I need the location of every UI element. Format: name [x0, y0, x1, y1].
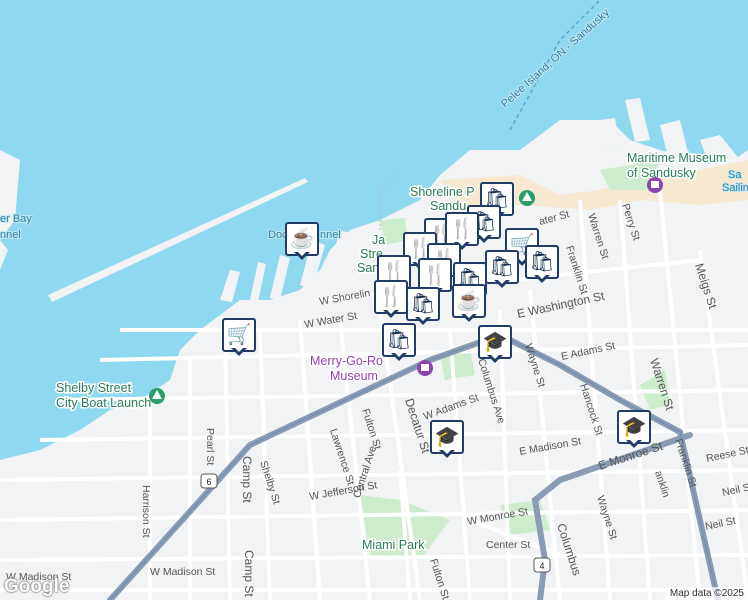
- street-label: Harrison St: [140, 485, 152, 538]
- poi-label-jackson-1: Ja: [372, 233, 385, 247]
- map-attribution[interactable]: Map data ©2025: [665, 587, 748, 600]
- map-canvas[interactable]: 6 4 Pelee Island, ON - Sandusky er Bay n…: [0, 0, 748, 600]
- poi-label-shelby-2: City Boat Launch: [56, 396, 151, 410]
- school-marker[interactable]: 🎓: [617, 410, 651, 448]
- water-label-bay: er Bay: [0, 213, 32, 225]
- street-label: Camp St: [240, 456, 254, 503]
- cart-marker[interactable]: 🛒: [222, 318, 256, 356]
- poi-label-merry-1: Merry-Go-Ro: [310, 354, 383, 368]
- poi-label-sailing-2: Sailin: [722, 182, 748, 194]
- poi-label-jackson-3: San: [357, 261, 379, 275]
- poi-label-maritime-2: of Sandusky: [627, 166, 697, 180]
- google-logo[interactable]: Google: [4, 576, 69, 598]
- street-label: Pearl St: [204, 428, 216, 465]
- school-marker[interactable]: 🎓: [478, 325, 512, 363]
- svg-text:6: 6: [206, 477, 211, 487]
- poi-label-shoreline-2: Sandu: [430, 199, 466, 213]
- poi-label-sailing-1: Sa: [728, 169, 742, 181]
- street-label: Center St: [486, 539, 530, 551]
- coffee-marker[interactable]: ☕: [285, 222, 319, 260]
- street-label: Camp St: [242, 550, 256, 597]
- school-marker[interactable]: 🎓: [430, 420, 464, 458]
- street-label: W Madison St: [150, 566, 215, 578]
- route-shield-6: 6: [200, 473, 218, 489]
- water-label-channel: nnel: [0, 229, 21, 241]
- shopping-bag-marker[interactable]: 🛍: [485, 250, 519, 288]
- poi-label-miami-park: Miami Park: [362, 538, 425, 552]
- shopping-bag-marker[interactable]: 🛍: [406, 287, 440, 325]
- restaurant-marker[interactable]: 🍴: [374, 280, 408, 318]
- poi-label-shoreline-1: Shoreline P: [410, 185, 475, 199]
- poi-label-merry-2: Museum: [330, 369, 378, 383]
- poi-label-maritime-1: Maritime Museum: [627, 151, 726, 165]
- svg-text:4: 4: [539, 561, 544, 571]
- route-shield-4: 4: [533, 557, 551, 573]
- shopping-bag-marker[interactable]: 🛍: [525, 245, 559, 283]
- poi-label-shelby-1: Shelby Street: [56, 381, 132, 395]
- water-label-dock-channel: nnel: [320, 229, 341, 241]
- coffee-marker[interactable]: ☕: [452, 284, 486, 322]
- shopping-bag-marker[interactable]: 🛍: [382, 323, 416, 361]
